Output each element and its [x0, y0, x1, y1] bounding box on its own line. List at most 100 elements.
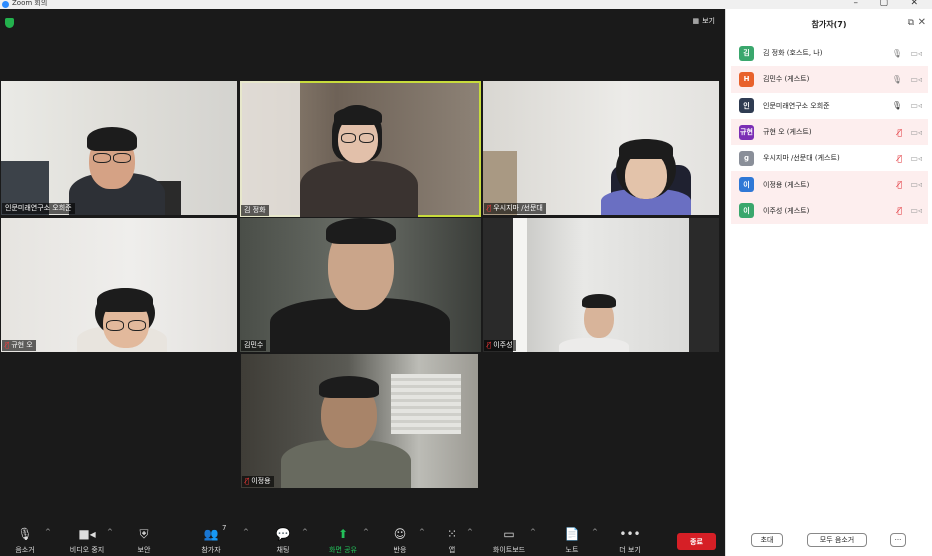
chevron-up-icon[interactable]: ^: [419, 528, 425, 536]
participant-row[interactable]: 인 인문미래연구소 오희준 🎙 ▭◃: [731, 93, 928, 119]
avatar: g: [739, 150, 754, 166]
participant-name: 인문미래연구소 오희준: [763, 101, 830, 110]
tile-name-label: 🎙̸ 이주성: [484, 340, 516, 351]
shield-icon: ⛨: [139, 527, 149, 541]
avatar: 이: [739, 203, 754, 219]
video-camera-icon[interactable]: ▭◃: [910, 101, 922, 110]
participants-panel-title: 참가자(7): [811, 20, 847, 29]
participant-name: 우시지마 /선문대 (게스트): [763, 154, 840, 163]
chevron-up-icon[interactable]: ^: [592, 528, 598, 536]
people-icon: 👥: [203, 527, 219, 541]
tile-name-label: 🎙̸ 규현 오: [2, 340, 36, 351]
participants-button[interactable]: 👥 참가자: [186, 526, 236, 555]
stop-video-button[interactable]: ■◂ 비디오 중지: [62, 526, 112, 555]
chat-button[interactable]: 💬 채팅: [258, 526, 308, 555]
chevron-up-icon[interactable]: ^: [107, 528, 113, 536]
video-tile[interactable]: 김민수: [240, 218, 481, 352]
participant-row[interactable]: 김 김 정화 (호스트, 나) 🎙 ▭◃: [731, 40, 928, 66]
muted-mic-icon[interactable]: 🎙̸: [897, 128, 902, 137]
security-button[interactable]: ⛨ 보안: [119, 526, 169, 555]
participant-name: 김 정화 (호스트, 나): [763, 49, 823, 58]
participant-name: 이주성 (게스트): [763, 206, 810, 215]
avatar: 김: [739, 45, 754, 61]
whiteboard-button[interactable]: ▭ 화이트보드: [484, 526, 534, 555]
video-tile[interactable]: 🎙̸ 규현 오: [1, 218, 237, 352]
chevron-up-icon[interactable]: ^: [530, 528, 536, 536]
participant-row[interactable]: 규현 규현 오 (게스트) 🎙̸ ▭◃: [731, 118, 928, 146]
popout-icon[interactable]: ⧉: [908, 18, 914, 28]
mic-icon[interactable]: 🎙: [892, 75, 902, 84]
video-tile[interactable]: 🎙̸ 우시지마 /선문대: [483, 81, 719, 215]
minimize-button[interactable]: –: [854, 0, 859, 8]
chevron-up-icon[interactable]: ^: [467, 528, 473, 536]
mic-icon[interactable]: 🎙: [892, 49, 902, 58]
video-stage: ▦ 보기 인문미래연구소 오희준 김 정화 🎙̸ 우시지마 /선문대 🎙̸ 규현…: [0, 9, 725, 520]
video-camera-icon: ■◂: [78, 527, 96, 541]
chat-bubble-icon: 💬: [275, 527, 291, 541]
avatar: H: [739, 71, 754, 87]
maximize-button[interactable]: ▢: [879, 0, 888, 8]
zoom-logo-icon: [2, 1, 9, 8]
meeting-toolbar: 🎙 음소거 ^ ■◂ 비디오 중지 ^ ⛨ 보안 👥 참가자 7 ^ 💬 채팅 ^ ⬆ 화면…: [0, 520, 725, 556]
video-camera-icon[interactable]: ▭◃: [910, 180, 922, 189]
window-title: Zoom 회의: [12, 0, 48, 7]
participant-row[interactable]: H 김민수 (게스트) 🎙 ▭◃: [731, 66, 928, 93]
reactions-button[interactable]: ☺ 반응: [375, 526, 425, 555]
view-label: 보기: [702, 17, 715, 25]
mute-button[interactable]: 🎙 음소거: [0, 526, 50, 555]
video-tile[interactable]: 🎙̸ 이주성: [483, 218, 719, 352]
tile-name-label: 🎙̸ 우시지마 /선문대: [484, 203, 546, 214]
participant-name: 김민수 (게스트): [763, 75, 810, 84]
smiley-icon: ☺: [393, 527, 407, 541]
chevron-up-icon[interactable]: ^: [363, 528, 369, 536]
video-tile[interactable]: 🎙̸ 이정용: [241, 354, 478, 488]
invite-button[interactable]: 초대: [751, 533, 783, 547]
mic-icon[interactable]: 🎙: [892, 101, 902, 110]
whiteboard-icon: ▭: [503, 527, 515, 541]
participant-row[interactable]: g 우시지마 /선문대 (게스트) 🎙̸ ▭◃: [731, 145, 928, 171]
more-options-button[interactable]: ···: [890, 533, 906, 547]
video-camera-icon[interactable]: ▭◃: [910, 75, 922, 84]
view-button[interactable]: ▦ 보기: [692, 16, 715, 26]
video-camera-icon[interactable]: ▭◃: [910, 49, 922, 58]
video-tile-active-speaker[interactable]: 김 정화: [240, 81, 481, 217]
avatar: 인: [739, 98, 754, 114]
muted-mic-icon: 🎙̸: [487, 341, 492, 349]
muted-mic-icon[interactable]: 🎙̸: [897, 180, 902, 189]
participant-list: 김 김 정화 (호스트, 나) 🎙 ▭◃ H 김민수 (게스트) 🎙 ▭◃ 인 …: [731, 40, 928, 225]
participant-row[interactable]: 이 이정용 (게스트) 🎙̸ ▭◃: [731, 171, 928, 198]
title-bar: Zoom 회의 – ▢ ✕: [0, 0, 932, 9]
muted-mic-icon: 🎙̸: [5, 341, 10, 349]
notes-button[interactable]: 📄 노트: [547, 526, 597, 555]
mute-all-button[interactable]: 모두 음소거: [807, 533, 867, 547]
participant-name: 규현 오 (게스트): [763, 128, 812, 137]
participant-row[interactable]: 이 이주성 (게스트) 🎙̸ ▭◃: [731, 197, 928, 225]
close-icon[interactable]: ✕: [918, 17, 926, 28]
grid-icon: ▦: [692, 17, 700, 25]
end-meeting-button[interactable]: 종료: [677, 533, 716, 550]
more-dots-icon: •••: [619, 527, 641, 541]
share-screen-button[interactable]: ⬆ 화면 공유: [318, 526, 368, 555]
video-camera-icon[interactable]: ▭◃: [910, 128, 922, 137]
more-button[interactable]: ••• 더 보기: [605, 526, 655, 555]
share-screen-icon: ⬆: [337, 527, 349, 541]
notes-icon: 📄: [564, 527, 580, 541]
tile-name-label: 김민수: [241, 340, 267, 351]
tile-name-label: 인문미래연구소 오희준: [2, 203, 75, 214]
video-camera-icon[interactable]: ▭◃: [910, 154, 922, 163]
participants-panel: 참가자(7) ⧉ ✕ 김 김 정화 (호스트, 나) 🎙 ▭◃ H 김민수 (게…: [725, 9, 932, 556]
muted-mic-icon: 🎙̸: [487, 204, 492, 212]
close-window-button[interactable]: ✕: [910, 0, 918, 8]
participants-actions: 초대 모두 음소거 ···: [726, 531, 932, 551]
video-tile[interactable]: 인문미래연구소 오희준: [1, 81, 237, 215]
chevron-up-icon[interactable]: ^: [243, 528, 249, 536]
security-shield-icon[interactable]: [5, 18, 14, 28]
chevron-up-icon[interactable]: ^: [45, 528, 51, 536]
video-camera-icon[interactable]: ▭◃: [910, 206, 922, 215]
microphone-icon: 🎙: [17, 527, 33, 541]
muted-mic-icon[interactable]: 🎙̸: [897, 206, 902, 215]
muted-mic-icon[interactable]: 🎙̸: [897, 154, 902, 163]
tile-name-label: 🎙̸ 이정용: [242, 476, 274, 487]
muted-mic-icon: 🎙̸: [245, 477, 250, 485]
chevron-up-icon[interactable]: ^: [302, 528, 308, 536]
